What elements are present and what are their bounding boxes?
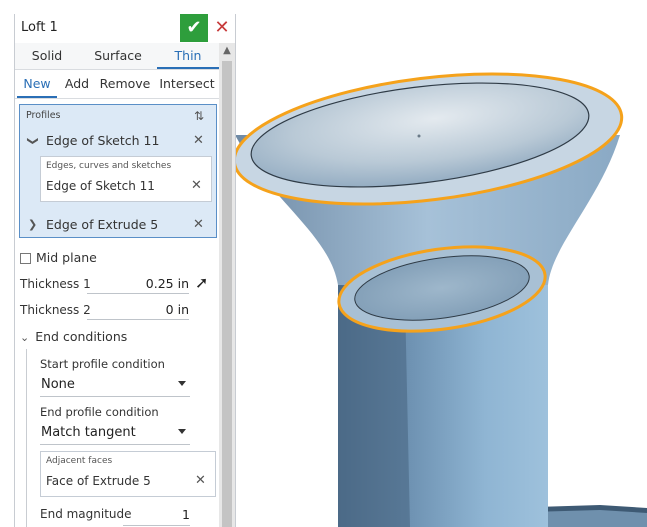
scroll-thumb[interactable] [222, 61, 232, 527]
sort-icon[interactable]: ⇅ [194, 109, 204, 123]
tab-solid[interactable]: Solid [15, 43, 79, 69]
close-icon[interactable]: ✕ [191, 178, 202, 193]
adjacent-faces-box[interactable]: Adjacent faces Face of Extrude 5 ✕ [40, 451, 216, 497]
end-conditions-label: End conditions [35, 329, 128, 344]
confirm-button[interactable]: ✔ [180, 14, 208, 42]
start-profile-label: Start profile condition [40, 357, 165, 371]
operation-tabs: New Add Remove Intersect [15, 70, 219, 99]
profile-item[interactable]: ❯ Edge of Sketch 11 ✕ [20, 130, 216, 152]
loft-feature-dialog: Loft 1 ✔ ✕ ▲ Solid Surface Thin New Add … [14, 14, 236, 527]
profile-item[interactable]: ❯ Edge of Extrude 5 ✕ [20, 214, 216, 236]
mid-plane-label: Mid plane [36, 250, 97, 265]
dialog-header: Loft 1 ✔ ✕ [15, 14, 235, 43]
tab-surface[interactable]: Surface [79, 43, 157, 69]
tab-thin[interactable]: Thin [157, 43, 219, 69]
start-profile-value: None [41, 377, 75, 392]
flip-direction-icon[interactable]: ➚ [195, 273, 208, 292]
end-magnitude-label: End magnitude [40, 507, 132, 521]
chevron-down-icon[interactable]: ❯ [22, 136, 44, 145]
end-profile-label: End profile condition [40, 405, 159, 419]
thickness1-label: Thickness 1 [20, 277, 91, 291]
end-profile-value: Match tangent [41, 425, 136, 440]
adjacent-faces-value: Face of Extrude 5 [46, 474, 151, 488]
section-divider [26, 349, 27, 527]
profile-label: Edge of Extrude 5 [46, 217, 159, 232]
thickness1-input[interactable]: 0.25 in [87, 275, 189, 294]
edges-selection-box[interactable]: Edges, curves and sketches Edge of Sketc… [40, 156, 212, 202]
tab-remove[interactable]: Remove [97, 70, 153, 98]
dialog-title: Loft 1 [21, 20, 58, 35]
start-profile-select[interactable]: None [40, 374, 190, 397]
chevron-down-icon[interactable]: ⌄ [20, 331, 29, 344]
dropdown-arrow-icon [178, 429, 186, 434]
close-icon[interactable]: ✕ [193, 130, 204, 152]
tab-intersect[interactable]: Intersect [155, 70, 219, 98]
tab-new[interactable]: New [17, 70, 57, 98]
end-profile-select[interactable]: Match tangent [40, 422, 190, 445]
check-icon: ✔ [186, 17, 202, 38]
chevron-right-icon[interactable]: ❯ [28, 214, 37, 236]
profile-label: Edge of Sketch 11 [46, 133, 160, 148]
end-conditions-header[interactable]: ⌄ End conditions [20, 329, 127, 344]
panel-scrollbar[interactable]: ▲ [219, 43, 235, 527]
sub-label: Edges, curves and sketches [46, 161, 172, 171]
sub-value: Edge of Sketch 11 [46, 179, 155, 193]
checkbox-icon[interactable] [20, 253, 31, 264]
dropdown-arrow-icon [178, 381, 186, 386]
close-icon: ✕ [214, 17, 230, 38]
end-magnitude-input[interactable]: 1 [123, 507, 190, 526]
tab-add[interactable]: Add [59, 70, 95, 98]
thickness2-input[interactable]: 0 in [87, 301, 189, 320]
chevron-up-icon[interactable]: ▲ [219, 43, 235, 59]
mid-plane-checkbox[interactable]: Mid plane [20, 250, 97, 265]
close-icon[interactable]: ✕ [195, 473, 206, 488]
thickness2-label: Thickness 2 [20, 303, 91, 317]
adjacent-faces-label: Adjacent faces [46, 456, 113, 466]
cancel-button[interactable]: ✕ [212, 16, 232, 40]
close-icon[interactable]: ✕ [193, 214, 204, 236]
profiles-list[interactable]: Profiles ⇅ ❯ Edge of Sketch 11 ✕ Edges, … [19, 104, 217, 238]
profiles-label: Profiles [26, 110, 61, 121]
body-type-tabs: Solid Surface Thin [15, 43, 219, 70]
